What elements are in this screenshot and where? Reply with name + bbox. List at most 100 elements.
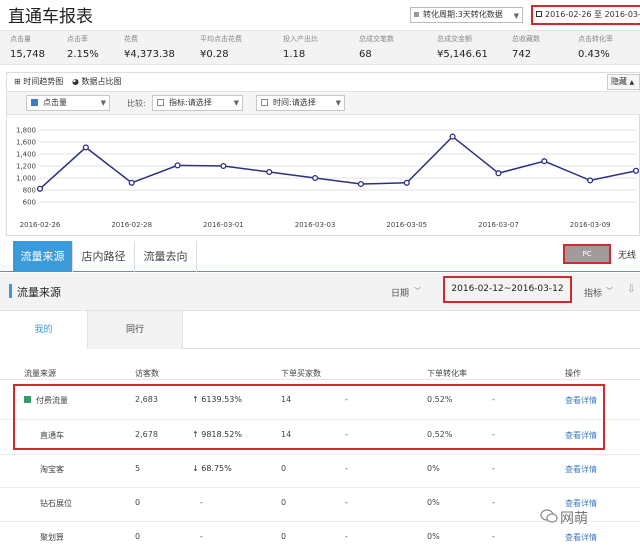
col-header-action: 操作 [565, 369, 581, 378]
compare-time-select[interactable]: 时间:请选择 ▼ [256, 95, 345, 111]
watermark: 网萌 [560, 511, 588, 527]
chevron-down-icon: ▼ [335, 99, 341, 107]
data-point[interactable] [587, 177, 594, 184]
download-icon[interactable]: ⇩ [627, 284, 635, 295]
x-tick-label: 2016-02-26 [20, 221, 61, 229]
x-tick-label: 2016-02-28 [111, 221, 152, 229]
metric-select[interactable]: 点击量 ▼ [26, 95, 110, 111]
y-tick-label: 1,200 [16, 163, 36, 171]
col-header-conversion: 下单转化率 [427, 369, 467, 378]
pie-chart-icon: ◕ [72, 77, 79, 86]
kpi-roi: 投入产出比 1.18 [283, 35, 318, 60]
data-point[interactable] [403, 179, 410, 186]
data-point[interactable] [632, 167, 640, 174]
row-rate: 0% [427, 532, 440, 541]
row-visitors: 0 [135, 498, 141, 507]
col-header-visitors: 访客数 [135, 369, 159, 378]
x-tick-label: 2016-03-09 [570, 221, 611, 229]
y-tick-label: 1,000 [16, 175, 36, 183]
data-share-button[interactable]: ◕ 数据占比图 [72, 74, 122, 90]
series-color-icon [31, 99, 38, 106]
tab-store-path[interactable]: 店内路径 [73, 241, 135, 272]
data-point[interactable] [312, 174, 319, 182]
col-header-source: 流量来源 [24, 369, 56, 378]
date-range-picker[interactable]: 2016-02-26 至 2016-03-10 [531, 5, 640, 25]
row-buyers: 0 [281, 498, 287, 507]
chevron-down-icon: ▼ [233, 99, 239, 107]
section-marker [9, 284, 12, 298]
wechat-icon [540, 509, 558, 523]
date-range-label: 2016-02-26 至 2016-03-10 [545, 10, 640, 19]
x-tick-label: 2016-03-01 [203, 221, 244, 229]
checkbox-icon [157, 99, 164, 106]
row-visitors-change: - [200, 532, 203, 541]
time-trend-button[interactable]: ⊞ 时间趋势图 [14, 74, 63, 90]
kpi-spend: 花费 ¥4,373.38 [124, 35, 175, 60]
data-point[interactable] [174, 162, 181, 169]
row-source: 淘宝客 [40, 465, 64, 474]
row-rate: 0% [427, 498, 440, 507]
row-rate: 0% [427, 464, 440, 473]
data-point[interactable] [357, 180, 364, 188]
tab-mine[interactable]: 我的 [0, 311, 87, 349]
calendar-icon [536, 11, 542, 17]
row-rate-change: - [492, 498, 495, 507]
row-rate-change: - [492, 464, 495, 473]
data-point[interactable] [541, 158, 548, 165]
tab-traffic-source[interactable]: 流量来源 [13, 241, 73, 272]
kpi-summary-bar: 点击量 15,748 点击率 2.15% 花费 ¥4,373.38 平均点击花费 ¥0.… [0, 30, 640, 65]
kpi-conversion-rate: 点击转化率 0.43% [578, 35, 613, 60]
clicks-line-chart: 600 800 1,000 1,200 1,400 1,600 1,800 2016-02-… [16, 127, 640, 229]
chevron-down-icon: ▼ [513, 12, 519, 20]
y-tick-label: 800 [23, 187, 36, 195]
conversion-period-label: 转化周期:3天转化数据 [423, 10, 503, 19]
chevron-down-icon: ▼ [100, 99, 106, 107]
data-point[interactable] [36, 185, 44, 192]
chevron-down-icon[interactable]: ﹀ [606, 286, 613, 296]
compare-metric-select[interactable]: 指标:请选择 ▼ [152, 95, 243, 111]
table-header-divider [0, 379, 640, 380]
trend-icon: ⊞ [14, 77, 21, 86]
data-point[interactable] [82, 144, 89, 151]
row-source: 聚划算 [40, 533, 64, 542]
checkbox-icon [261, 99, 268, 106]
data-point[interactable] [220, 162, 227, 170]
y-tick-label: 1,800 [16, 127, 36, 135]
kpi-ctr: 点击率 2.15% [67, 35, 99, 60]
chevron-down-icon[interactable]: ﹀ [414, 286, 421, 296]
tab-peer[interactable]: 同行 [87, 311, 183, 349]
y-tick-label: 1,400 [16, 151, 36, 159]
flow-date-range[interactable]: 2016-02-12~2016-03-12 [443, 276, 572, 303]
collapse-chart-button[interactable]: 隐藏 ▲ [607, 74, 640, 90]
y-tick-label: 1,600 [16, 139, 36, 147]
row-buyers-change: - [345, 464, 348, 473]
row-source: 钻石展位 [40, 499, 72, 508]
flow-title: 流量来源 [17, 286, 61, 299]
row-divider [0, 487, 640, 488]
data-point[interactable] [128, 179, 135, 186]
pc-toggle-button[interactable]: PC [563, 244, 611, 264]
conversion-period-select[interactable]: 转化周期:3天转化数据 ▼ [410, 7, 523, 23]
kpi-avg-cpc: 平均点击花费 ¥0.28 [200, 35, 242, 60]
date-filter-label[interactable]: 日期 [391, 286, 409, 299]
row-visitors: 5 [135, 464, 141, 473]
row-buyers-change: - [345, 532, 348, 541]
data-point[interactable] [495, 170, 502, 177]
wireless-toggle-button[interactable]: 无线 [618, 248, 636, 261]
y-tick-label: 600 [23, 199, 36, 207]
kpi-total-favorites: 总收藏数 742 [512, 35, 540, 60]
data-point[interactable] [266, 168, 273, 176]
view-details-link[interactable]: 查看详情 [565, 464, 597, 475]
kpi-total-amount: 总成交金额 ¥5,146.61 [437, 35, 488, 60]
metric-filter-label[interactable]: 指标 [584, 286, 602, 299]
row-buyers: 0 [281, 532, 287, 541]
col-header-buyers: 下单买家数 [281, 369, 321, 378]
data-point[interactable] [449, 133, 456, 140]
tab-traffic-destination[interactable]: 流量去向 [135, 241, 197, 272]
highlight-box [13, 384, 605, 450]
view-details-link[interactable]: 查看详情 [565, 532, 597, 543]
row-buyers: 0 [281, 464, 287, 473]
dropdown-icon [414, 12, 419, 17]
chevron-up-icon: ▲ [629, 79, 635, 86]
row-visitors-change: - [200, 498, 203, 507]
